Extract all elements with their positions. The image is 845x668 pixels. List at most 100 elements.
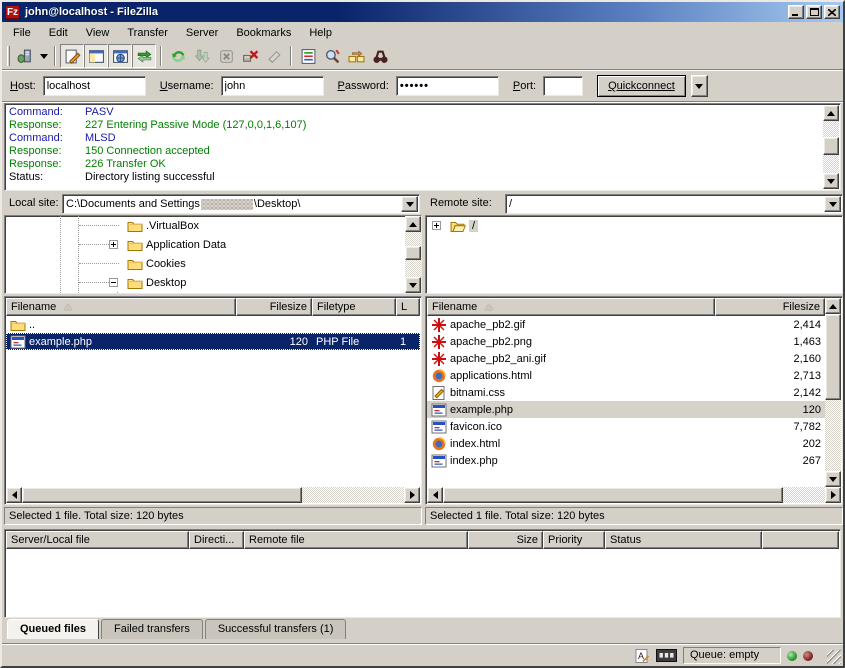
scroll-thumb[interactable] [22, 487, 302, 503]
file-row[interactable]: apache_pb2.png 1,463 [427, 333, 825, 350]
cancel-operation-button[interactable] [214, 44, 238, 68]
queue-column-priority[interactable]: Priority [543, 531, 605, 549]
remote-list-horizontal-scrollbar[interactable] [427, 487, 841, 503]
tree-item-application-data[interactable]: Application Data [5, 235, 421, 254]
speed-limits-icon[interactable] [656, 649, 677, 662]
column-header-filename[interactable]: Filename [6, 298, 236, 316]
synchronized-browsing-button[interactable] [344, 44, 368, 68]
scroll-thumb[interactable] [823, 137, 839, 155]
message-log-icon [64, 48, 81, 65]
local-list-horizontal-scrollbar[interactable] [6, 487, 420, 503]
minimize-button[interactable] [788, 5, 804, 19]
file-row[interactable]: index.php 267 [427, 452, 825, 469]
toggle-local-tree-button[interactable] [84, 44, 108, 68]
column-header-filesize[interactable]: Filesize [236, 298, 312, 316]
toolbar-gripper[interactable] [7, 46, 10, 66]
file-row-example-php[interactable]: example.php 120 PHP File 1 [6, 333, 420, 350]
refresh-button[interactable] [166, 44, 190, 68]
column-header-last-modified[interactable]: L [396, 298, 420, 316]
file-row[interactable]: apache_pb2.gif 2,414 [427, 316, 825, 333]
scroll-up-button[interactable] [825, 298, 841, 314]
log-line: Status:Directory listing successful [7, 171, 822, 184]
tab-successful-transfers[interactable]: Successful transfers (1) [205, 619, 347, 639]
queue-column-size[interactable]: Size [468, 531, 543, 549]
remote-file-list: Filename Filesize apache_pb2.gif 2,414 a… [425, 296, 843, 505]
scroll-down-button[interactable] [823, 173, 839, 189]
tab-queued-files[interactable]: Queued files [7, 619, 99, 639]
local-tree-vertical-scrollbar[interactable] [405, 216, 421, 293]
title-bar[interactable]: Fz john@localhost - FileZilla [2, 2, 843, 22]
remote-site-dropdown-button[interactable] [824, 196, 841, 212]
tree-item-desktop[interactable]: Desktop [5, 273, 421, 292]
file-row-example-php[interactable]: example.php 120 [427, 401, 825, 418]
queue-column-status[interactable]: Status [605, 531, 762, 549]
menu-bookmarks[interactable]: Bookmarks [227, 24, 300, 42]
expand-icon[interactable] [432, 221, 441, 230]
quickconnect-button[interactable]: Quickconnect [597, 75, 686, 97]
remote-site-combobox[interactable]: / [505, 194, 843, 214]
column-header-filesize[interactable]: Filesize [715, 298, 825, 316]
file-row[interactable]: bitnami.css 2,142 [427, 384, 825, 401]
file-row[interactable]: favicon.ico 7,782 [427, 418, 825, 435]
toggle-message-log-button[interactable] [60, 44, 84, 68]
find-files-button[interactable] [368, 44, 392, 68]
collapse-icon[interactable] [109, 278, 118, 287]
scroll-down-button[interactable] [405, 277, 421, 293]
log-vertical-scrollbar[interactable] [823, 105, 839, 189]
dropdown-arrow-icon [695, 84, 703, 89]
scroll-up-button[interactable] [405, 216, 421, 232]
queue-column-remote-file[interactable]: Remote file [244, 531, 468, 549]
tree-item-cookies[interactable]: Cookies [5, 254, 421, 273]
host-input[interactable] [43, 76, 146, 96]
menu-help[interactable]: Help [300, 24, 341, 42]
toggle-remote-tree-button[interactable] [108, 44, 132, 68]
disconnect-button[interactable] [238, 44, 262, 68]
password-input[interactable] [396, 76, 499, 96]
scroll-right-button[interactable] [825, 487, 841, 503]
port-input[interactable] [543, 76, 583, 96]
scroll-left-button[interactable] [427, 487, 443, 503]
expand-icon[interactable] [109, 240, 118, 249]
file-row[interactable]: applications.html 2,713 [427, 367, 825, 384]
menu-transfer[interactable]: Transfer [118, 24, 177, 42]
queue-column-direction[interactable]: Directi... [189, 531, 244, 549]
tree-item-root[interactable]: / [426, 216, 842, 235]
file-row[interactable]: index.html 202 [427, 435, 825, 452]
window-resize-grip[interactable] [827, 650, 841, 664]
scroll-thumb[interactable] [443, 487, 783, 503]
maximize-icon [810, 8, 819, 16]
column-header-filetype[interactable]: Filetype [312, 298, 396, 316]
column-header-filename[interactable]: Filename [427, 298, 715, 316]
queue-column-server-local-file[interactable]: Server/Local file [6, 531, 189, 549]
tab-failed-transfers[interactable]: Failed transfers [101, 619, 203, 639]
remote-list-vertical-scrollbar[interactable] [825, 298, 841, 487]
local-site-dropdown-button[interactable] [401, 196, 418, 212]
site-manager-button[interactable] [13, 44, 37, 68]
menu-view[interactable]: View [77, 24, 119, 42]
maximize-button[interactable] [806, 5, 822, 19]
menu-server[interactable]: Server [177, 24, 227, 42]
scroll-right-button[interactable] [404, 487, 420, 503]
quickconnect-dropdown-button[interactable] [691, 75, 708, 97]
local-site-combobox[interactable]: C:\Documents and Settings\Desktop\ [62, 194, 420, 214]
toggle-transfer-queue-button[interactable] [132, 44, 156, 68]
filter-button[interactable] [296, 44, 320, 68]
file-row[interactable]: apache_pb2_ani.gif 2,160 [427, 350, 825, 367]
tree-item-virtualbox[interactable]: .VirtualBox [5, 216, 421, 235]
scroll-down-button[interactable] [825, 471, 841, 487]
scroll-thumb[interactable] [825, 314, 841, 400]
scroll-thumb[interactable] [405, 246, 421, 260]
directory-comparison-button[interactable] [320, 44, 344, 68]
close-button[interactable] [824, 5, 840, 19]
php-file-icon [431, 453, 447, 469]
menu-file[interactable]: File [4, 24, 40, 42]
file-row-parent-dir[interactable]: .. [6, 316, 420, 333]
scroll-up-button[interactable] [823, 105, 839, 121]
reconnect-button[interactable] [262, 44, 286, 68]
username-input[interactable] [221, 76, 324, 96]
transfer-type-ascii-icon[interactable]: A [634, 648, 650, 664]
menu-edit[interactable]: Edit [40, 24, 77, 42]
site-manager-dropdown-button[interactable] [37, 44, 50, 68]
process-queue-button[interactable] [190, 44, 214, 68]
scroll-left-button[interactable] [6, 487, 22, 503]
